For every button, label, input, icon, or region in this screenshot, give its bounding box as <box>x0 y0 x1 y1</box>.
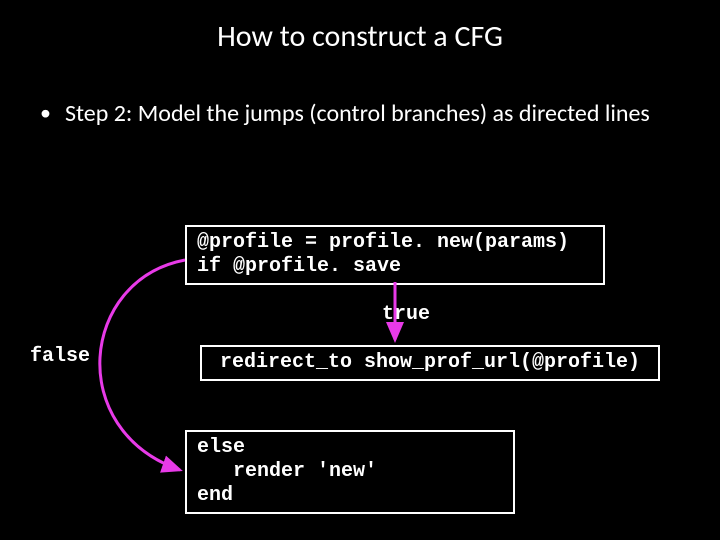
label-false: false <box>30 345 90 368</box>
slide-title: How to construct a CFG <box>0 0 720 55</box>
label-true: true <box>382 303 430 326</box>
arrow-false <box>100 260 185 470</box>
bullet-step: • Step 2: Model the jumps (control branc… <box>40 98 650 130</box>
code-block-3: else render 'new' end <box>185 430 515 514</box>
code-block-2: redirect_to show_prof_url(@profile) <box>200 345 660 381</box>
bullet-dot: • <box>40 98 51 130</box>
code-block-1: @profile = profile. new(params) if @prof… <box>185 225 605 285</box>
bullet-text: Step 2: Model the jumps (control branche… <box>65 98 650 130</box>
